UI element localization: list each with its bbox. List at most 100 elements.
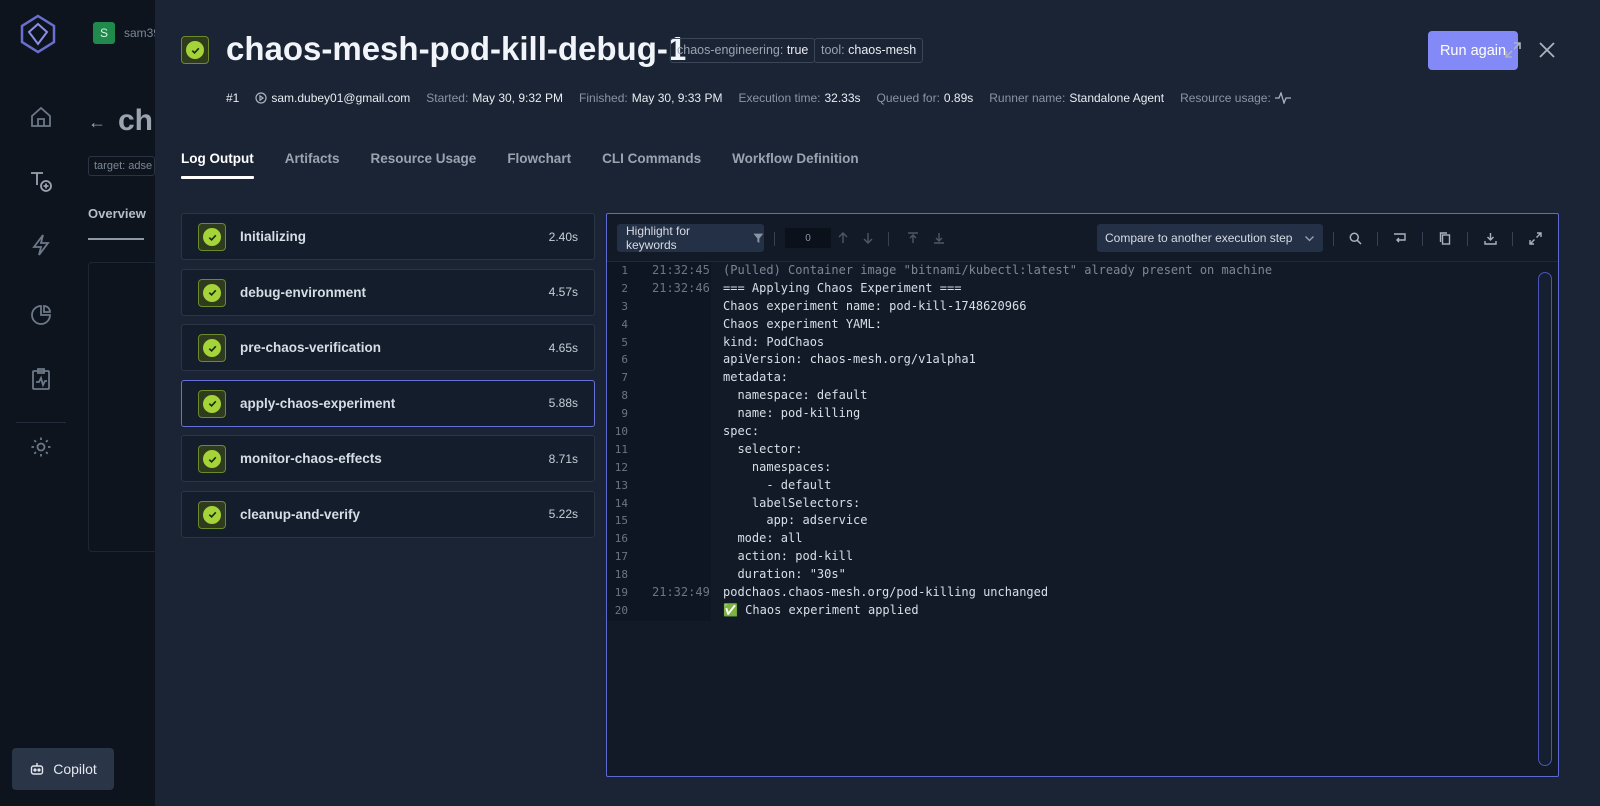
execution-status-badge xyxy=(181,36,209,64)
check-circle-icon xyxy=(186,41,204,59)
step-item[interactable]: cleanup-and-verify 5.22s xyxy=(181,490,595,538)
tab-log-output[interactable]: Log Output xyxy=(181,151,254,179)
close-icon[interactable] xyxy=(1535,38,1559,62)
log-line: 7 metadata: xyxy=(607,369,1558,387)
step-item-selected[interactable]: apply-chaos-experiment 5.88s xyxy=(181,379,595,427)
label-tag-tool[interactable]: tool: chaos-mesh xyxy=(814,38,924,63)
log-text: action: pod-kill xyxy=(723,549,854,564)
started-at: Started: May 30, 9:32 PM xyxy=(426,91,564,105)
step-status-badge xyxy=(198,278,226,307)
download-icon[interactable] xyxy=(1480,228,1500,248)
line-number: 18 xyxy=(614,568,628,582)
wrap-lines-icon[interactable] xyxy=(1390,228,1410,248)
step-name: pre-chaos-verification xyxy=(240,340,382,355)
toolbar-divider xyxy=(1422,232,1423,246)
step-status-badge xyxy=(198,445,226,473)
log-text: Chaos experiment YAML: xyxy=(723,316,882,331)
log-line: 6 apiVersion: chaos-mesh.org/v1alpha1 xyxy=(607,351,1558,369)
tag-value: true xyxy=(786,43,809,57)
log-text: ✅ Chaos experiment applied xyxy=(723,602,919,617)
line-number: 7 xyxy=(621,371,628,385)
log-timestamp: 21:32:45 xyxy=(652,263,710,277)
fullscreen-icon[interactable] xyxy=(1525,228,1545,248)
toolbar-divider xyxy=(774,232,775,246)
line-number: 1 xyxy=(621,264,628,277)
log-line: 19 21:32:49 podchaos.chaos-mesh.org/pod-ki… xyxy=(607,584,1558,602)
log-scrollbar[interactable] xyxy=(1538,272,1552,766)
log-lines[interactable]: 1 21:32:45 (Pulled) Container image "bitna… xyxy=(607,262,1558,620)
step-item[interactable]: Initializing 2.40s xyxy=(181,213,595,260)
log-text: spec: xyxy=(723,424,760,439)
scroll-to-top-icon[interactable] xyxy=(903,228,923,248)
run-number: #1 xyxy=(226,91,240,105)
line-number: 19 xyxy=(614,586,628,600)
log-text: duration: "30s" xyxy=(723,567,846,582)
copilot-button[interactable]: Copilot xyxy=(12,748,114,790)
workspace-name[interactable]: sam39 xyxy=(124,26,155,40)
log-text: podchaos.chaos-mesh.org/pod-killing unch… xyxy=(723,585,1049,600)
execution-drawer: chaos-mesh-pod-kill-debug-1 chaos-engine… xyxy=(155,0,1600,806)
tab-resource-usage[interactable]: Resource Usage xyxy=(371,151,477,179)
tab-cli-commands[interactable]: CLI Commands xyxy=(602,151,701,179)
overview-tab-underline xyxy=(88,238,144,240)
step-list: Initializing 2.40s debug-environment 4.5… xyxy=(181,213,595,546)
log-line: 20 ✅ Chaos experiment applied xyxy=(607,602,1558,620)
settings-gear-icon[interactable] xyxy=(26,432,56,462)
line-number: 14 xyxy=(614,496,628,510)
background-page-title: ch xyxy=(118,104,154,137)
log-line: 2 21:32:46 === Applying Chaos Experiment =… xyxy=(607,280,1558,298)
background-execution-card xyxy=(88,262,155,552)
queued-time: Queued for: 0.89s xyxy=(876,91,974,105)
background-overview-tab[interactable]: Overview xyxy=(88,206,146,221)
log-line: 13 - default xyxy=(607,477,1558,495)
activity-pulse-icon[interactable] xyxy=(1274,92,1291,104)
tab-workflow-definition[interactable]: Workflow Definition xyxy=(732,151,859,179)
insights-icon[interactable] xyxy=(26,300,56,330)
check-circle-icon xyxy=(203,505,221,524)
test-workflows-icon[interactable] xyxy=(26,166,56,196)
step-name: cleanup-and-verify xyxy=(240,506,361,522)
log-line: 16 mode: all xyxy=(607,530,1558,548)
expand-icon[interactable] xyxy=(1501,38,1525,62)
log-line: 5 kind: PodChaos xyxy=(607,334,1558,352)
step-item[interactable]: monitor-chaos-effects 8.71s xyxy=(181,435,595,482)
workspace-avatar[interactable]: S xyxy=(93,22,115,44)
line-number: 5 xyxy=(621,335,628,349)
status-pages-icon[interactable] xyxy=(26,364,56,394)
step-duration: 5.22s xyxy=(548,507,578,521)
triggers-icon[interactable] xyxy=(26,230,56,260)
search-icon[interactable] xyxy=(1345,228,1365,248)
next-match-icon[interactable] xyxy=(858,228,878,248)
step-status-badge xyxy=(198,334,226,362)
copilot-label: Copilot xyxy=(53,761,97,777)
back-arrow-icon[interactable]: ← xyxy=(88,112,106,133)
log-line: 3 Chaos experiment name: pod-kill-1748620… xyxy=(607,298,1558,316)
line-number: 3 xyxy=(621,299,628,313)
step-name: apply-chaos-experiment xyxy=(240,395,396,411)
filter-funnel-icon xyxy=(753,233,764,243)
step-item[interactable]: debug-environment 4.57s xyxy=(181,268,595,316)
log-text: namespace: default xyxy=(723,388,868,403)
line-number: 6 xyxy=(621,353,628,367)
copy-icon[interactable] xyxy=(1435,228,1455,248)
scroll-to-bottom-icon[interactable] xyxy=(929,228,949,248)
resource-usage[interactable]: Resource usage: xyxy=(1180,91,1291,105)
tab-flowchart[interactable]: Flowchart xyxy=(507,151,571,179)
compare-step-label: Compare to another execution step xyxy=(1105,231,1293,245)
log-text: === Applying Chaos Experiment === xyxy=(723,280,962,295)
testkube-logo[interactable] xyxy=(20,14,56,54)
home-icon[interactable] xyxy=(26,102,56,132)
tab-artifacts[interactable]: Artifacts xyxy=(285,151,340,179)
previous-match-icon[interactable] xyxy=(833,228,853,248)
step-name: debug-environment xyxy=(240,284,367,300)
highlight-keywords-button[interactable]: Highlight for keywords xyxy=(617,224,764,252)
step-item[interactable]: pre-chaos-verification 4.65s xyxy=(181,324,595,371)
tag-key: tool: xyxy=(821,43,845,57)
compare-step-select[interactable]: Compare to another execution step xyxy=(1097,224,1323,252)
step-name: monitor-chaos-effects xyxy=(240,451,382,466)
finished-at: Finished: May 30, 9:33 PM xyxy=(579,91,723,105)
step-duration: 2.40s xyxy=(548,229,578,244)
check-circle-icon xyxy=(203,228,221,246)
label-tag-chaos-engineering[interactable]: chaos-engineering: true xyxy=(670,38,816,63)
line-number: 4 xyxy=(621,317,628,331)
